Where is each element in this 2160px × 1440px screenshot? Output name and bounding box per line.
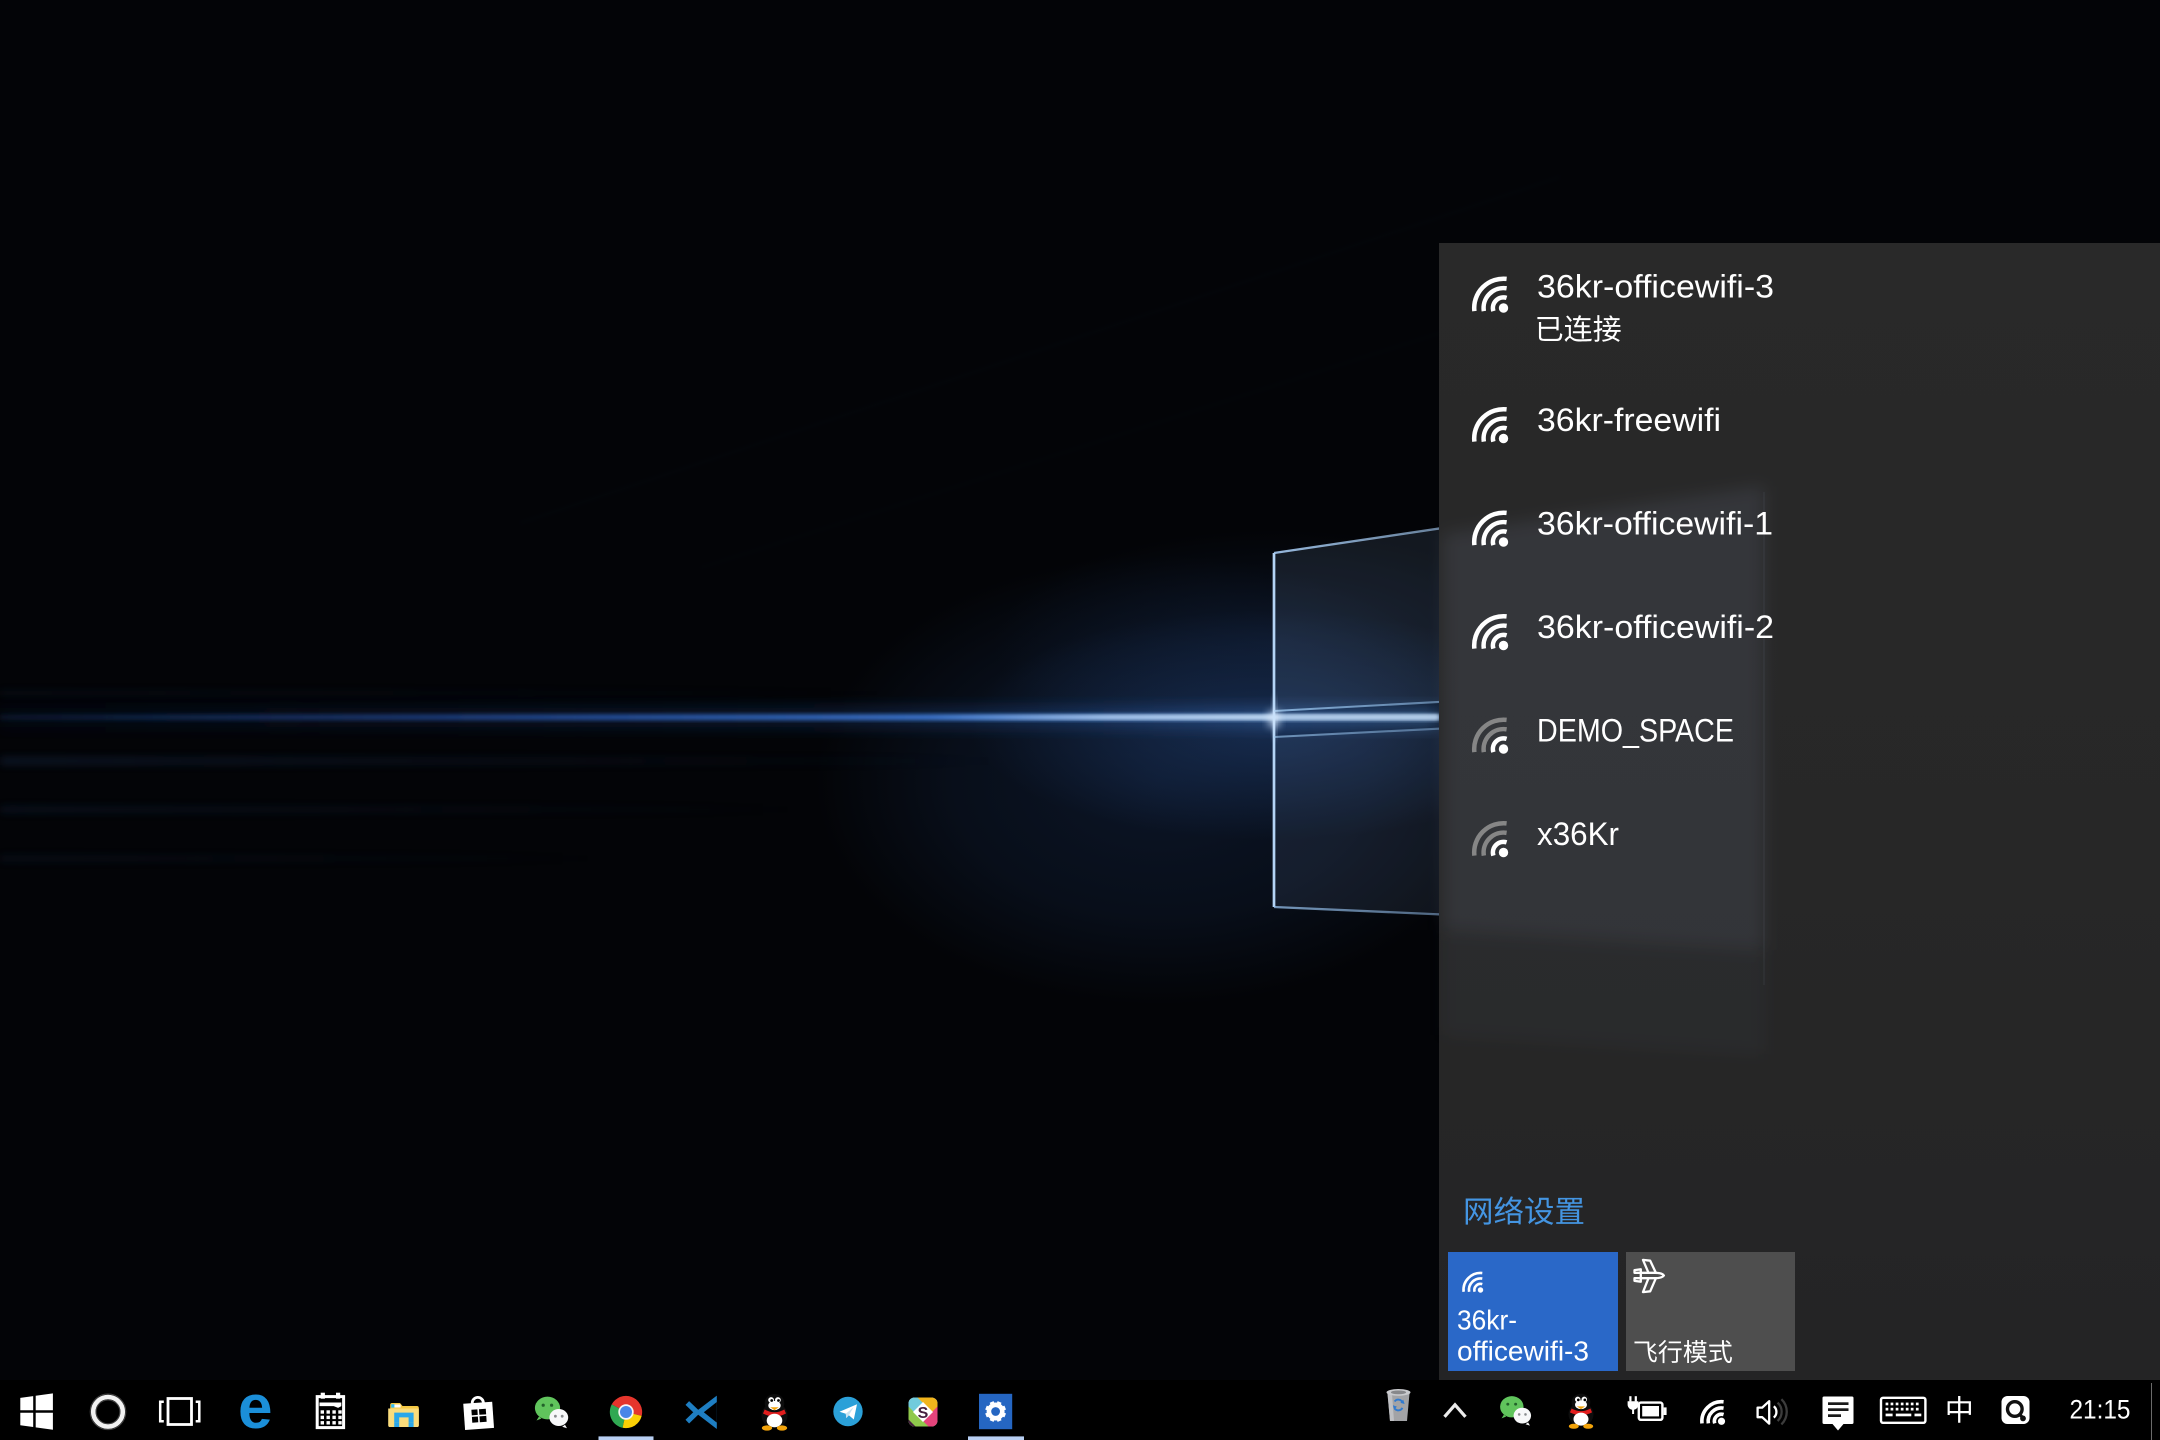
svg-text:officewifi-3: officewifi-3: [1457, 1336, 1589, 1367]
svg-text:36kr-officewifi-2: 36kr-officewifi-2: [1537, 609, 1774, 645]
svg-text:21:15: 21:15: [2070, 1395, 2131, 1425]
svg-text:36kr-freewifi: 36kr-freewifi: [1537, 402, 1721, 438]
svg-text:e: e: [238, 1373, 272, 1440]
svg-text:DEMO_SPACE: DEMO_SPACE: [1537, 713, 1734, 749]
svg-text:S: S: [918, 1405, 929, 1422]
svg-text:x36Kr: x36Kr: [1537, 816, 1619, 852]
svg-text:36kr-officewifi-1: 36kr-officewifi-1: [1537, 506, 1773, 542]
svg-text:36kr-: 36kr-: [1457, 1304, 1517, 1335]
svg-text:36kr-officewifi-3: 36kr-officewifi-3: [1537, 269, 1774, 305]
